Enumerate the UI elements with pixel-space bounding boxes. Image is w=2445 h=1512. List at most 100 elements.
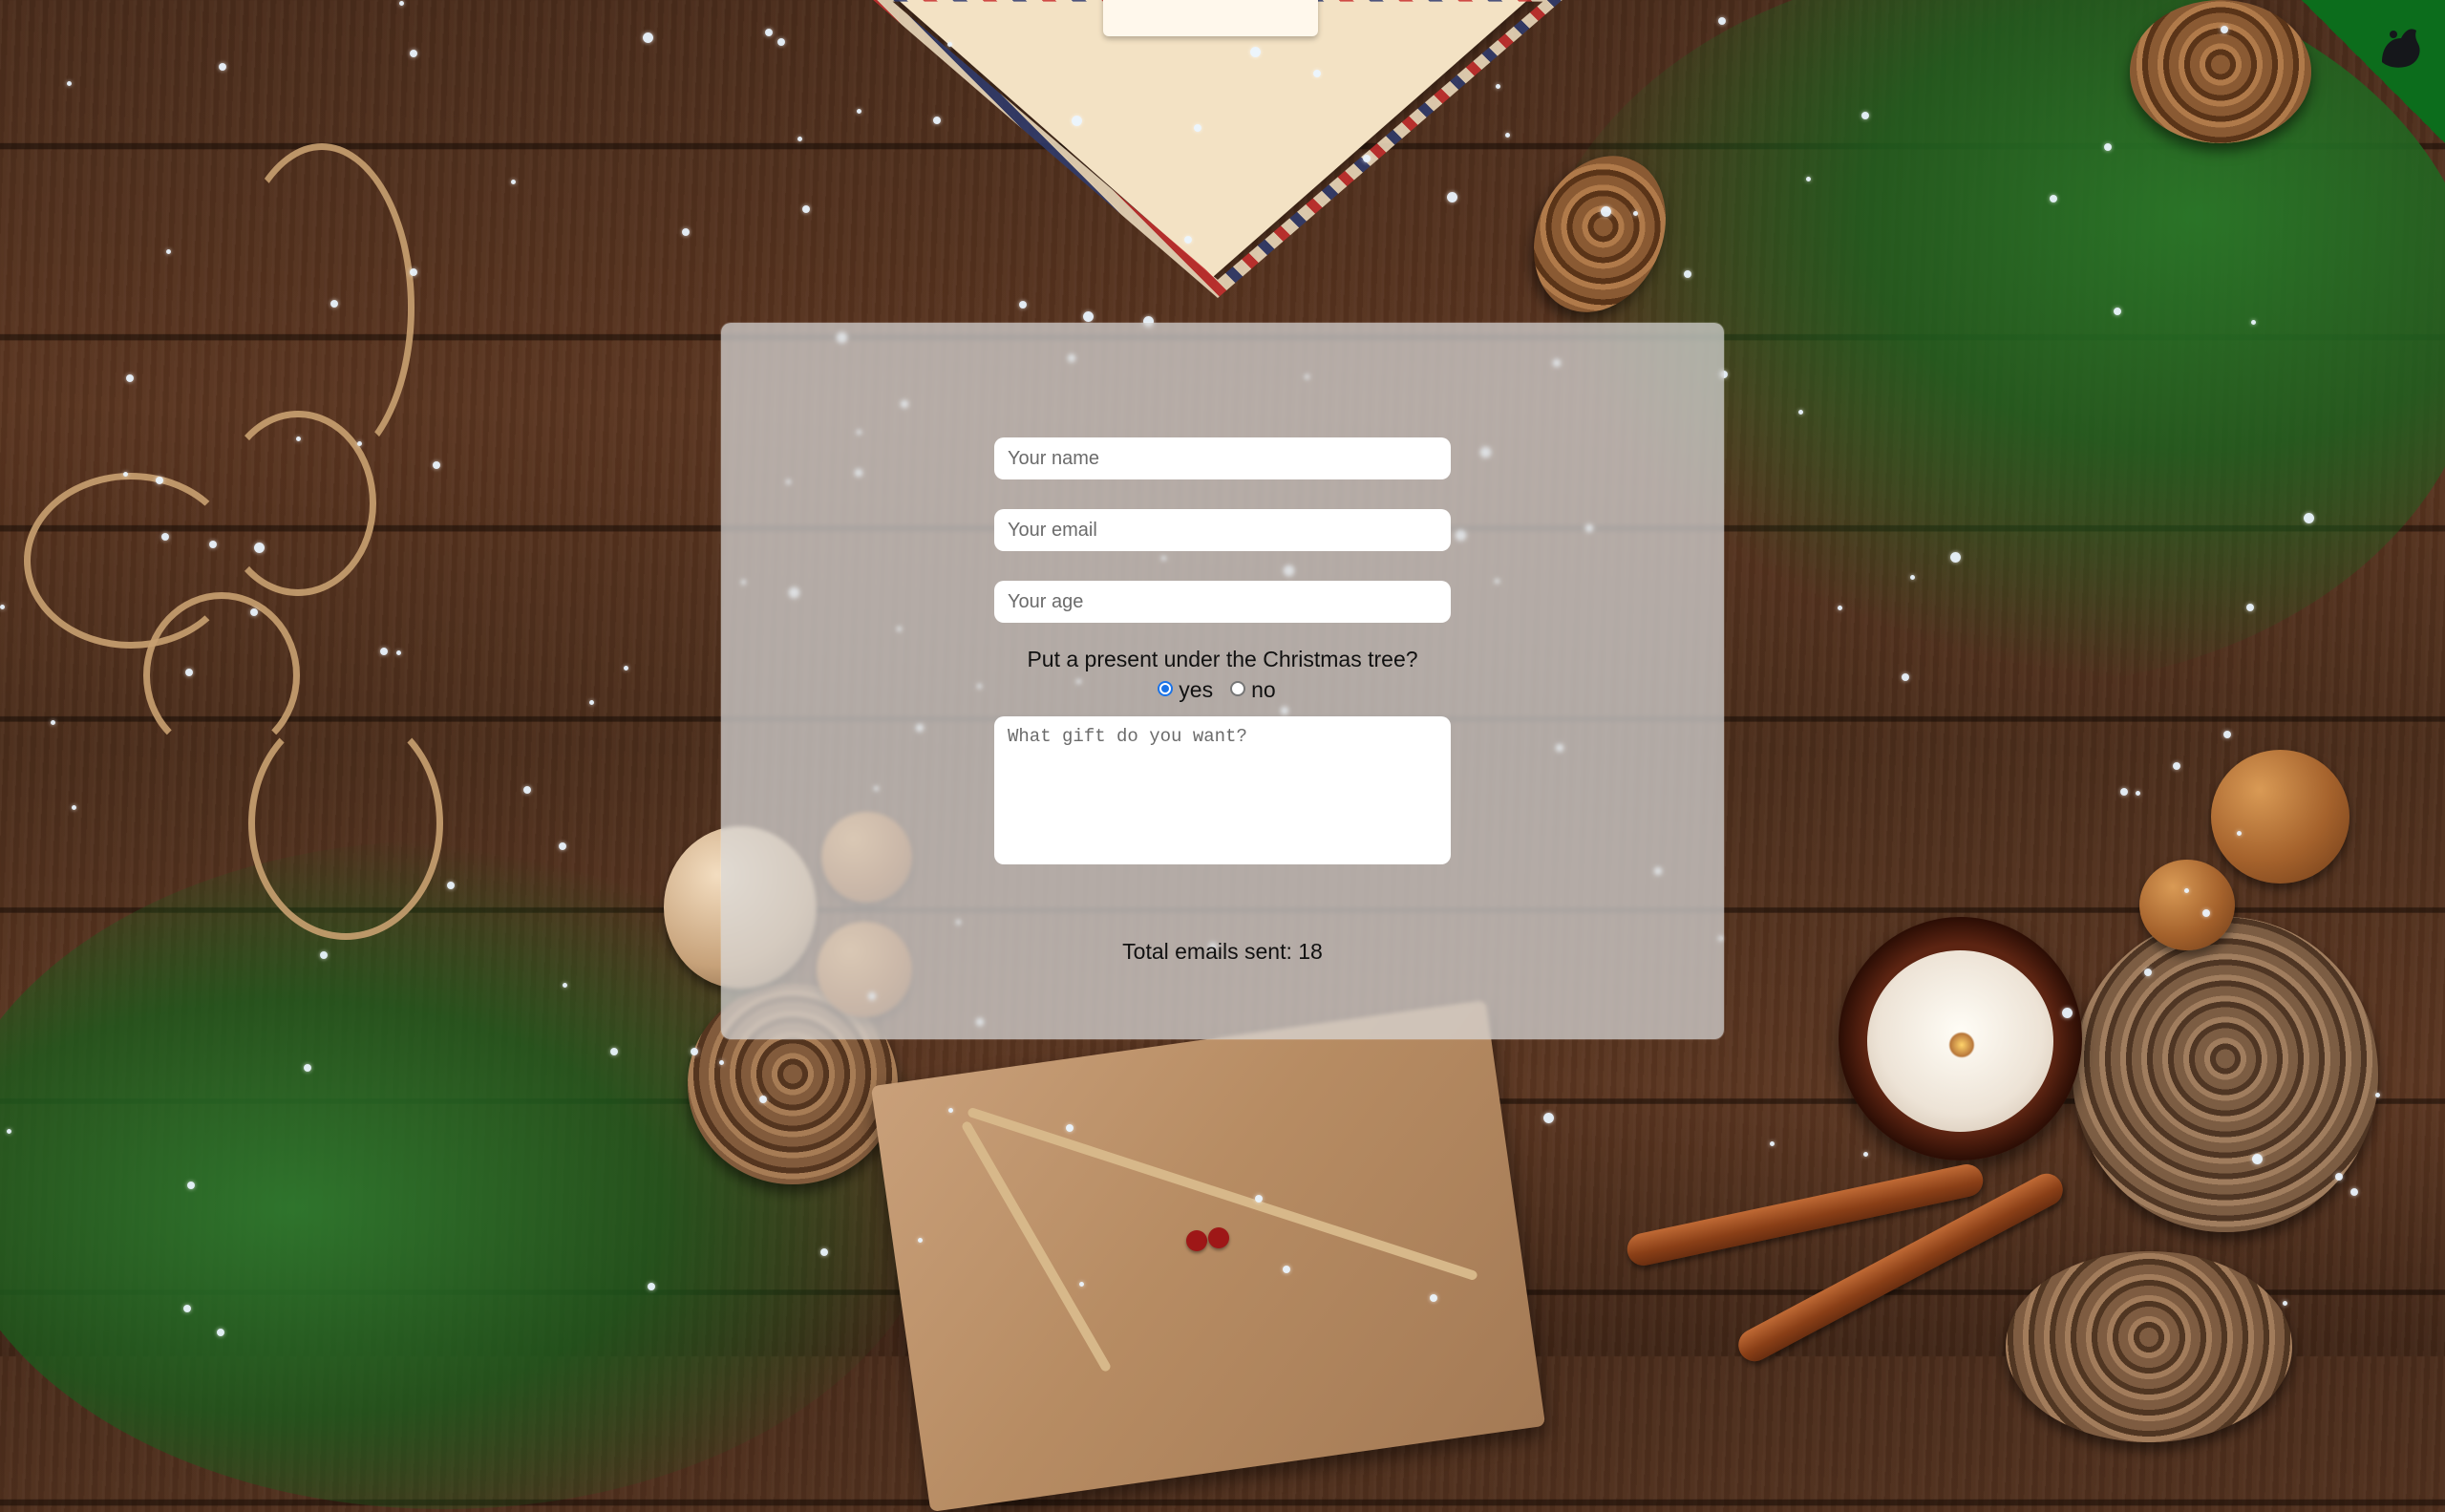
snowflake <box>217 1329 224 1336</box>
snowflake <box>357 441 362 446</box>
snowflake <box>1184 236 1192 244</box>
snowflake <box>1902 673 1909 681</box>
snowflake <box>2350 1188 2358 1196</box>
snowflake <box>399 1 404 6</box>
envelope-card <box>1103 0 1318 36</box>
snowflake <box>2184 888 2189 893</box>
snowflake <box>185 669 193 676</box>
snowflake <box>610 1048 618 1055</box>
snowflake <box>2104 143 2112 151</box>
snowflake <box>183 1305 191 1312</box>
snowflake <box>2283 1301 2287 1306</box>
snowflake <box>1718 17 1726 25</box>
snowflake <box>624 666 628 671</box>
snowflake <box>156 477 163 484</box>
snowflake <box>1601 206 1611 217</box>
twine-loop <box>143 592 300 758</box>
snowflake <box>1496 84 1500 89</box>
snowflake <box>759 1096 767 1103</box>
snowflake <box>933 117 941 124</box>
snowflake <box>51 720 55 725</box>
snowflake <box>304 1064 311 1072</box>
twine-loop <box>248 707 443 940</box>
snowflake <box>2335 1173 2343 1181</box>
radio-no[interactable] <box>1230 680 1246 696</box>
email-input[interactable] <box>994 509 1451 551</box>
snowflake <box>719 1060 724 1065</box>
snowflake <box>1910 575 1915 580</box>
snowflake <box>161 533 169 541</box>
snowflake <box>2221 26 2228 33</box>
snowflake <box>820 1248 828 1256</box>
snowflake <box>948 1108 953 1113</box>
snowflake <box>765 29 773 36</box>
pine-cone <box>2130 0 2311 143</box>
snowflake <box>2304 513 2314 523</box>
snowflake <box>1770 1141 1775 1146</box>
hazelnut <box>2139 860 2235 950</box>
snowflake <box>380 648 388 655</box>
snowflake <box>511 180 516 184</box>
gift-textarea[interactable] <box>994 716 1451 864</box>
snowflake <box>857 109 861 114</box>
snowflake <box>1633 211 1638 216</box>
snowflake <box>682 228 690 236</box>
radio-no-label[interactable]: no <box>1251 677 1276 703</box>
twine-loop <box>229 143 415 472</box>
snowflake <box>563 983 567 988</box>
age-input[interactable] <box>994 581 1451 623</box>
snowflake <box>1079 1282 1084 1287</box>
snowflake <box>1950 552 1961 563</box>
snowflake <box>559 842 566 850</box>
snowflake <box>2144 969 2152 976</box>
berry <box>1186 1230 1207 1251</box>
snowflake <box>947 42 952 47</box>
snowflake <box>1861 112 1869 119</box>
snowflake <box>410 268 417 276</box>
snowflake <box>2114 308 2121 315</box>
snowflake <box>396 650 401 655</box>
snowflake <box>797 137 802 141</box>
snowflake <box>2136 791 2140 796</box>
snowflake <box>2246 604 2254 611</box>
snowflake <box>126 374 134 382</box>
snowflake <box>1684 270 1691 278</box>
snowflake <box>589 700 594 705</box>
snowflake <box>2120 788 2128 796</box>
radio-yes-label[interactable]: yes <box>1179 677 1213 703</box>
snowflake <box>643 32 653 43</box>
github-cat-icon <box>2372 19 2430 76</box>
snowflake <box>1083 311 1094 322</box>
github-corner-link[interactable] <box>2302 0 2445 143</box>
berry <box>1208 1227 1229 1248</box>
present-radio-group: yes no <box>994 677 1451 703</box>
present-question: Put a present under the Christmas tree? <box>1027 647 1418 671</box>
pine-cone <box>2073 917 2378 1232</box>
snowflake <box>0 605 5 609</box>
christmas-form-card: Put a present under the Christmas tree? … <box>721 323 1724 1039</box>
snowflake <box>410 50 417 57</box>
snowflake <box>320 951 328 959</box>
snowflake <box>2050 195 2057 202</box>
snowflake <box>72 805 76 810</box>
snowflake <box>2251 320 2256 325</box>
snowflake <box>1066 1124 1074 1132</box>
snowflake <box>433 461 440 469</box>
candle-flame <box>1948 1032 1975 1058</box>
snowflake <box>330 300 338 308</box>
radio-yes[interactable] <box>1158 680 1174 696</box>
snowflake <box>296 437 301 441</box>
name-input[interactable] <box>994 437 1451 479</box>
snowflake <box>7 1129 11 1134</box>
snowflake <box>1505 133 1510 138</box>
snowflake <box>2237 831 2242 836</box>
emails-sent-counter: Total emails sent: 18 <box>1122 939 1323 964</box>
snowflake <box>1363 155 1371 162</box>
snowflake <box>918 1238 923 1243</box>
snowflake <box>166 249 171 254</box>
snowflake <box>2062 1008 2073 1018</box>
envelope-decoration <box>855 0 1571 277</box>
snowflake <box>1313 70 1321 77</box>
snowflake <box>1430 1294 1437 1302</box>
snowflake <box>1863 1152 1868 1157</box>
